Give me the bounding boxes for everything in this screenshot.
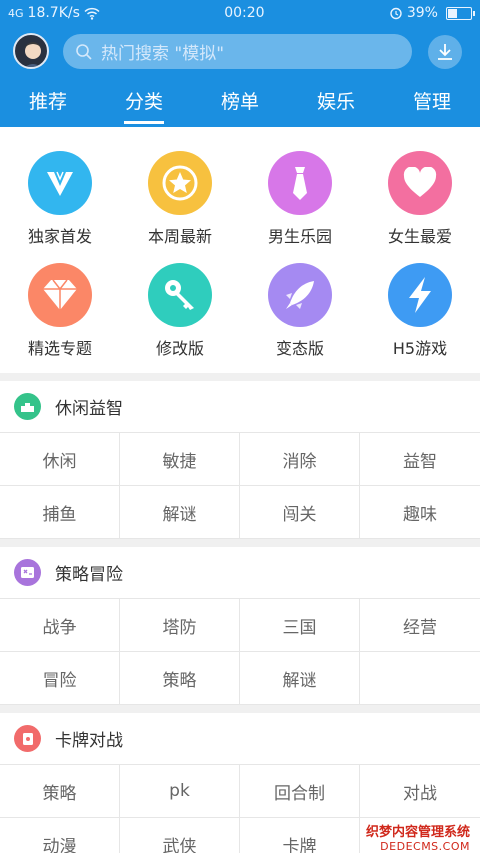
puzzle-icon <box>14 393 41 420</box>
category-label: 修改版 <box>155 339 204 358</box>
diamond-icon <box>28 263 92 327</box>
category-label: 精选专题 <box>27 339 92 358</box>
tag-cell[interactable]: 休闲 <box>0 433 120 486</box>
battery-icon <box>445 6 475 20</box>
category-boys[interactable]: 男生乐园 <box>240 151 360 263</box>
tag-cell[interactable]: 捕鱼 <box>0 486 120 539</box>
tag-cell[interactable]: pk <box>120 765 240 818</box>
search-input[interactable]: 热门搜索 "模拟" <box>63 34 412 69</box>
category-exclusive[interactable]: 独家首发 <box>0 151 120 263</box>
category-label: 女生最爱 <box>387 227 452 246</box>
star-badge-icon <box>148 151 212 215</box>
download-icon <box>438 44 452 60</box>
rocket-icon <box>268 263 332 327</box>
tab-category[interactable]: 分类 <box>96 84 192 124</box>
top-bar: 4G 18.7K/s 00:20 39% 热门搜索 "模拟" 推荐 分类 榜单 … <box>0 0 480 127</box>
tag-cell[interactable]: 消除 <box>240 433 360 486</box>
cards-icon <box>14 725 41 752</box>
tag-cell[interactable]: 对战 <box>360 765 480 818</box>
download-button[interactable] <box>428 35 462 69</box>
tag-cell[interactable]: 趣味 <box>360 486 480 539</box>
tag-cell[interactable]: 解谜 <box>120 486 240 539</box>
category-grid: 独家首发 本周最新 男生乐园 女生最爱 精选专题 修改版 变态版 H5游戏 <box>0 127 480 373</box>
section-title: 卡牌对战 <box>55 731 123 751</box>
tag-cell[interactable]: 动漫 <box>0 818 120 853</box>
tag-cell[interactable]: 闯关 <box>240 486 360 539</box>
tab-entertainment[interactable]: 娱乐 <box>288 84 384 124</box>
tag-cell[interactable]: 益智 <box>360 433 480 486</box>
watermark-title: 织梦内容管理系统 <box>365 825 470 840</box>
tag-cell[interactable]: 三国 <box>240 599 360 652</box>
tag-cell[interactable]: 冒险 <box>0 652 120 705</box>
section-header: 休闲益智 <box>0 381 480 433</box>
battery-percent: 39% <box>406 5 438 21</box>
category-featured[interactable]: 精选专题 <box>0 263 120 375</box>
lightning-icon <box>388 263 452 327</box>
tag-cell[interactable]: 武侠 <box>120 818 240 853</box>
key-icon <box>148 263 212 327</box>
tab-bar: 推荐 分类 榜单 娱乐 管理 <box>0 84 480 124</box>
tag-cell[interactable]: 回合制 <box>240 765 360 818</box>
category-h5[interactable]: H5游戏 <box>360 263 480 375</box>
tab-ranking[interactable]: 榜单 <box>192 84 288 124</box>
search-icon <box>76 43 92 60</box>
category-label: 独家首发 <box>27 227 92 246</box>
empty-cell <box>360 652 480 705</box>
tab-manage[interactable]: 管理 <box>384 84 480 124</box>
signal-indicator: 4G <box>8 6 24 20</box>
strategy-icon <box>14 559 41 586</box>
section-strategy: 策略冒险 战争 塔防 三国 经营 冒险 策略 解谜 <box>0 547 480 705</box>
tag-cell[interactable]: 卡牌 <box>240 818 360 853</box>
tag-cell[interactable]: 策略 <box>0 765 120 818</box>
section-casual: 休闲益智 休闲 敏捷 消除 益智 捕鱼 解谜 闯关 趣味 <box>0 381 480 539</box>
wifi-icon <box>84 7 100 20</box>
category-weekly-new[interactable]: 本周最新 <box>120 151 240 263</box>
section-title: 策略冒险 <box>55 565 123 585</box>
category-variant[interactable]: 变态版 <box>240 263 360 375</box>
category-label: 变态版 <box>275 339 324 358</box>
alarm-icon <box>390 7 402 20</box>
clock: 00:20 <box>224 5 265 21</box>
status-bar: 4G 18.7K/s 00:20 39% <box>0 0 480 26</box>
category-label: 男生乐园 <box>267 227 332 246</box>
category-label: 本周最新 <box>147 227 212 246</box>
v-logo-icon <box>28 151 92 215</box>
tab-recommend[interactable]: 推荐 <box>0 84 96 124</box>
category-label: H5游戏 <box>392 339 448 358</box>
tie-icon <box>268 151 332 215</box>
watermark: 织梦内容管理系统 DEDECMS.COM <box>366 821 470 853</box>
watermark-domain: DEDECMS.COM <box>380 840 470 853</box>
category-girls[interactable]: 女生最爱 <box>360 151 480 263</box>
heart-icon <box>388 151 452 215</box>
category-modded[interactable]: 修改版 <box>120 263 240 375</box>
tag-cell[interactable]: 敏捷 <box>120 433 240 486</box>
tag-cell[interactable]: 经营 <box>360 599 480 652</box>
section-header: 策略冒险 <box>0 547 480 599</box>
section-header: 卡牌对战 <box>0 713 480 765</box>
tag-cell[interactable]: 解谜 <box>240 652 360 705</box>
tag-cell[interactable]: 战争 <box>0 599 120 652</box>
section-title: 休闲益智 <box>55 399 123 419</box>
tag-cell[interactable]: 塔防 <box>120 599 240 652</box>
avatar[interactable] <box>13 33 49 69</box>
tag-cell[interactable]: 策略 <box>120 652 240 705</box>
network-speed: 18.7K/s <box>27 5 80 21</box>
search-placeholder: 热门搜索 "模拟" <box>101 44 225 64</box>
